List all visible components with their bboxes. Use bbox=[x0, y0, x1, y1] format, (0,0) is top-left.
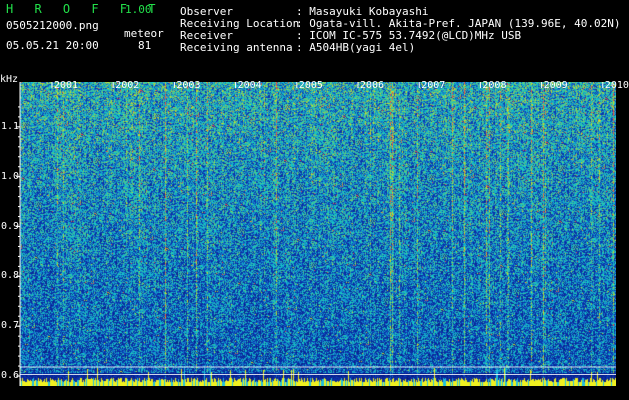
info-label-observer: Observer bbox=[180, 5, 233, 18]
y-tick-label: 0.6 bbox=[1, 370, 20, 382]
info-label-receiver: Receiver bbox=[180, 29, 233, 42]
spectrogram-plot bbox=[20, 82, 616, 386]
y-tick-label: 0.7 bbox=[1, 320, 20, 332]
x-tick-label: 2009 bbox=[543, 80, 568, 91]
x-tick-label: 2001 bbox=[54, 80, 79, 91]
info-value-receiver: : ICOM IC-575 53.7492(@LCD)MHz USB bbox=[296, 29, 522, 42]
y-axis-unit: kHz bbox=[0, 74, 19, 85]
y-tick-label: 1.0 bbox=[1, 170, 20, 182]
x-tick-label: 2007 bbox=[421, 80, 446, 91]
y-tick-label: 0.8 bbox=[1, 270, 20, 282]
mode-label: meteor bbox=[124, 27, 164, 40]
x-tick-label: 2005 bbox=[298, 80, 323, 91]
x-tick-label: 2004 bbox=[237, 80, 262, 91]
x-tick-label: 2002 bbox=[115, 80, 140, 91]
y-tick-label: 1.1 bbox=[1, 120, 20, 132]
info-label-antenna: Receiving antenna bbox=[180, 41, 293, 54]
info-value-antenna: : A504HB(yagi 4el) bbox=[296, 41, 416, 54]
y-tick-label: 0.9 bbox=[1, 220, 20, 232]
app-version: 1.00 bbox=[125, 3, 152, 16]
timestamp: 05.05.21 20:00 bbox=[6, 39, 99, 52]
hrofft-screen: H R O F F T 1.00 0505212000.png meteor 0… bbox=[0, 0, 629, 400]
info-value-location: : Ogata-vill. Akita-Pref. JAPAN (139.96E… bbox=[296, 17, 621, 30]
info-label-location: Receiving Location bbox=[180, 17, 300, 30]
x-tick-label: 2010 bbox=[604, 80, 629, 91]
filename: 0505212000.png bbox=[6, 19, 99, 32]
meteor-count: 81 bbox=[138, 39, 152, 52]
info-value-observer: : Masayuki Kobayashi bbox=[296, 5, 429, 18]
x-tick-label: 2008 bbox=[482, 80, 507, 91]
x-tick-label: 2003 bbox=[176, 80, 201, 91]
x-tick-label: 2006 bbox=[360, 80, 385, 91]
